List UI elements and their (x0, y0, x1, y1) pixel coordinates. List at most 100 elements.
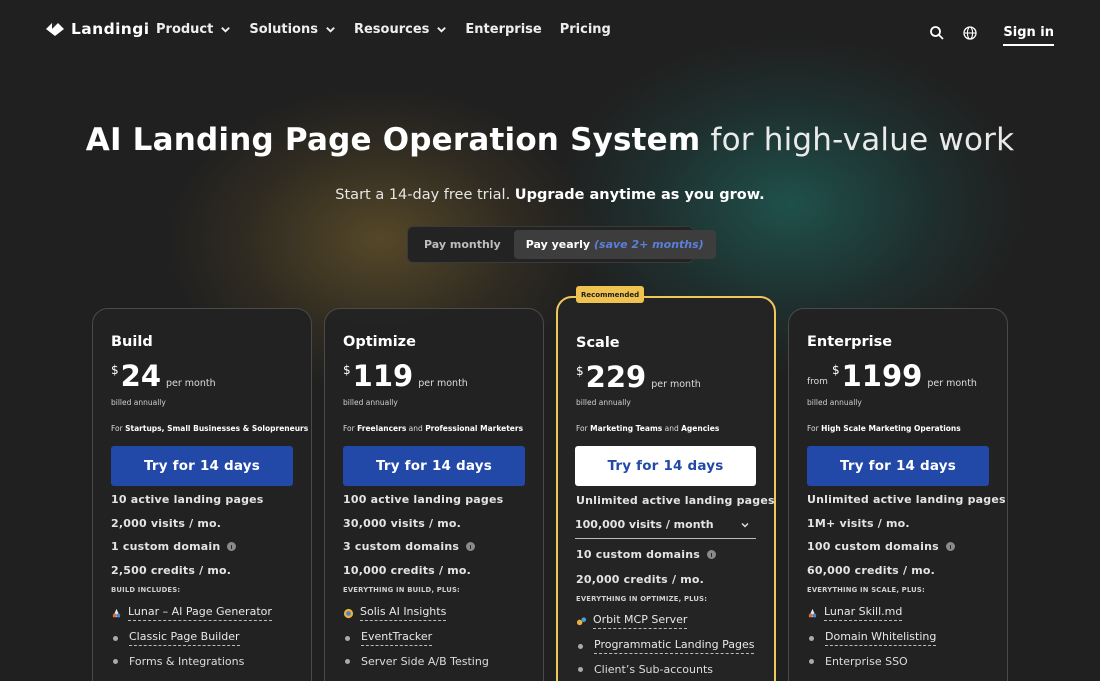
pay-yearly-option[interactable]: Pay yearly (save 2+ months) (513, 230, 716, 259)
info-icon[interactable] (227, 542, 237, 551)
try-free-button[interactable]: Try for 14 days (111, 446, 293, 486)
included-feature[interactable]: Solis AI Insights (343, 605, 447, 621)
included-feature-label: Classic Page Builder (129, 630, 240, 646)
included-feature: Forms & Integrations (111, 655, 244, 668)
globe-icon[interactable] (962, 25, 978, 41)
plan-card-scale: Scale $229 per month billed annually For Mar… (556, 296, 776, 681)
billing-note: billed annually (343, 398, 398, 407)
chevron-down-icon (221, 27, 231, 33)
visits-select-value: 100,000 visits / month (575, 518, 714, 531)
billing-note: billed annually (807, 398, 862, 407)
nav-item-enterprise[interactable]: Enterprise (465, 22, 541, 37)
included-feature: Server Side A/B Testing (343, 655, 489, 668)
search-icon[interactable] (929, 25, 945, 41)
audience-primary: Marketing Teams (590, 424, 663, 433)
nav-item-solutions[interactable]: Solutions (249, 22, 336, 37)
visits-select[interactable]: 100,000 visits / month (575, 511, 756, 539)
solis-ai-icon (343, 608, 354, 618)
bullet-dot-icon (578, 667, 583, 672)
feature-text: 100 custom domains (807, 540, 939, 553)
included-feature[interactable]: Domain Whitelisting (807, 630, 937, 646)
recommended-badge: Recommended (576, 286, 645, 303)
info-icon[interactable] (466, 542, 476, 551)
nav-item-label: Resources (353, 22, 430, 37)
plan-audience: For Freelancers and Professional Markete… (343, 424, 523, 433)
feature-text: 10 custom domains (576, 548, 701, 561)
plan-price: $229 per month (576, 362, 701, 392)
try-free-button[interactable]: Try for 14 days (575, 446, 756, 486)
plan-audience: For Marketing Teams and Agencies (576, 424, 719, 433)
included-feature[interactable]: EventTracker (343, 630, 433, 646)
info-icon[interactable] (707, 550, 717, 559)
audience-prefix: For (343, 424, 358, 433)
nav-item-label: Solutions (249, 22, 318, 37)
included-feature-label: Forms & Integrations (129, 655, 245, 668)
lunar-ai-icon (112, 608, 121, 617)
try-free-button[interactable]: Try for 14 days (807, 446, 989, 486)
included-feature-label: Programmatic Landing Pages (594, 638, 755, 654)
nav-menu: Product Solutions Resources Enterprise P… (156, 22, 629, 37)
price-amount: 24 (120, 359, 161, 393)
plan-feature: 100 active landing pages (343, 493, 503, 506)
nav-item-product[interactable]: Product (156, 22, 231, 37)
pay-monthly-option[interactable]: Pay monthly (411, 230, 514, 259)
included-feature-label: Lunar Skill.md (824, 605, 903, 621)
feature-text: Unlimited active landing pages (576, 494, 775, 507)
price-currency: $ (576, 364, 584, 378)
plan-feature: 10 custom domains (576, 548, 717, 561)
chevron-down-icon (326, 27, 335, 33)
try-free-button[interactable]: Try for 14 days (343, 446, 525, 486)
subtitle-bold: Upgrade anytime as you grow. (514, 187, 765, 203)
feature-text: 2,500 credits / mo. (111, 563, 232, 577)
plan-feature: 1M+ visits / mo. (807, 517, 910, 530)
price-currency: $ (111, 363, 119, 377)
included-feature-label: Solis AI Insights (360, 605, 447, 621)
page-title-strong: AI Landing Page Operation System (85, 122, 701, 158)
bullet-dot-icon (113, 635, 118, 641)
plan-name: Optimize (343, 334, 416, 350)
included-feature[interactable]: Classic Page Builder (111, 630, 240, 646)
included-feature[interactable]: Programmatic Landing Pages (576, 638, 755, 654)
audience-prefix: For (576, 424, 591, 433)
audience-primary: High Scale Marketing Operations (821, 424, 961, 433)
nav-actions: Sign in (929, 20, 1054, 46)
nav-item-resources[interactable]: Resources (354, 22, 447, 37)
landingi-logo-icon (46, 23, 64, 36)
bullet-dot-icon (809, 659, 814, 664)
feature-text: 60,000 credits / mo. (807, 563, 936, 577)
feature-text: 2,000 visits / mo. (111, 516, 222, 530)
sign-in-link[interactable]: Sign in (1003, 25, 1054, 46)
nav-item-label: Product (156, 22, 214, 37)
included-feature[interactable]: Orbit MCP Server (576, 613, 688, 629)
plan-feature: 2,000 visits / mo. (111, 517, 221, 530)
included-feature[interactable]: Lunar Skill.md (807, 605, 903, 621)
yearly-savings-note: (save 2+ months) (594, 238, 704, 251)
price-period: per month (927, 378, 977, 389)
page-subtitle: Start a 14-day free trial. Upgrade anyti… (0, 187, 1100, 203)
price-amount: 1199 (841, 359, 923, 393)
bullet-dot-icon (345, 635, 350, 641)
audience-joiner: and (406, 424, 426, 433)
plan-price: from $1199 per month (807, 361, 977, 391)
lunar-ai-icon (808, 608, 817, 617)
feature-text: Unlimited active landing pages (807, 493, 1006, 506)
nav-item-pricing[interactable]: Pricing (560, 22, 611, 37)
included-feature-label: Server Side A/B Testing (361, 655, 489, 668)
price-period: per month (651, 379, 701, 390)
nav-item-label: Enterprise (465, 22, 542, 37)
logo[interactable]: Landingi (45, 20, 149, 38)
plan-card-enterprise: Enterprise from $1199 per month billed annua… (788, 308, 1008, 681)
plan-audience: For Startups, Small Businesses & Solopre… (111, 424, 308, 433)
plan-feature: 2,500 credits / mo. (111, 564, 231, 577)
plan-feature: 20,000 credits / mo. (576, 573, 704, 586)
info-icon[interactable] (945, 542, 955, 551)
included-feature[interactable]: Lunar – AI Page Generator (111, 605, 272, 621)
plan-feature: 3 custom domains (343, 540, 476, 553)
price-currency: $ (343, 363, 351, 377)
audience-secondary: Agencies (681, 424, 720, 433)
plan-card-optimize: Optimize $119 per month billed annually For … (324, 308, 544, 681)
bullet-dot-icon (345, 659, 350, 664)
plan-feature: 100 custom domains (807, 540, 955, 553)
included-feature-label: Lunar – AI Page Generator (128, 605, 272, 621)
includes-heading: EVERYTHING IN BUILD, PLUS: (343, 586, 460, 594)
